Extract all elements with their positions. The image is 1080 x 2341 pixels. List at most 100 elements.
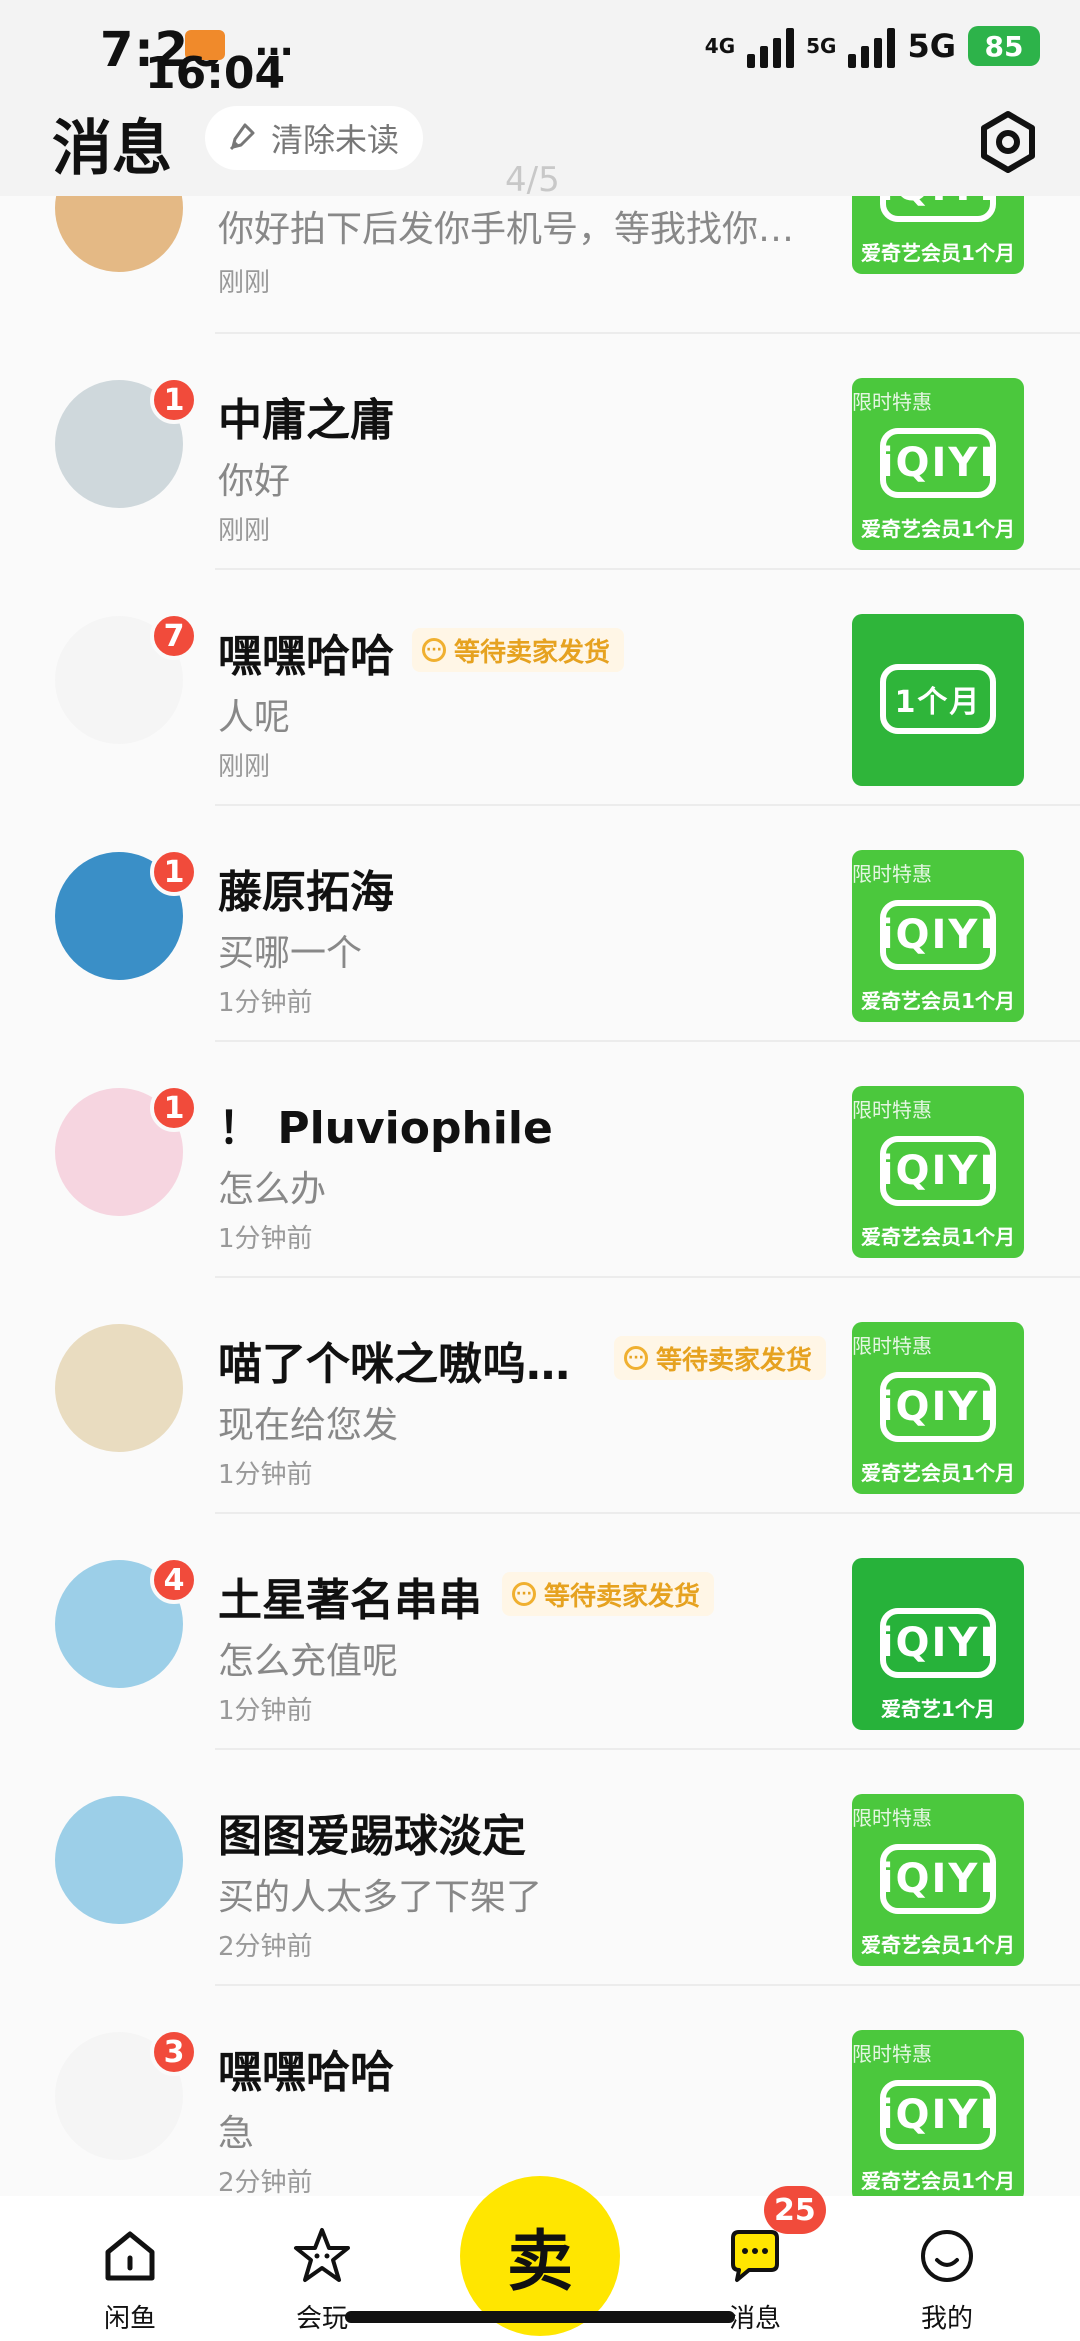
list-item[interactable]: 你好拍下后发你手机号，等我找你… 刚刚 iQIYI 爱奇艺会员1个月 [0,196,1080,332]
message-preview: 你好拍下后发你手机号，等我找你… [218,209,795,250]
settings-icon[interactable] [976,110,1040,174]
product-thumbnail[interactable]: 限时特惠 iQIYI 爱奇艺会员1个月 [852,1322,1024,1494]
home-icon [105,2231,155,2281]
battery-icon: 85 [968,26,1040,66]
divider [215,568,1080,570]
divider [215,1984,1080,1986]
conversation-list: 你好拍下后发你手机号，等我找你… 刚刚 iQIYI 爱奇艺会员1个月 1 中庸之… [0,196,1080,2196]
divider [215,804,1080,806]
promo-label: 限时特惠 [852,1098,932,1122]
product-thumbnail[interactable]: 限时特惠 iQIYI 爱奇艺会员1个月 [852,378,1024,550]
list-item[interactable]: 7 嘿嘿哈哈 ··· 等待卖家发货 人呢 刚刚 1个月 [0,568,1080,804]
divider [215,1040,1080,1042]
message-time: 1分钟前 [218,1696,313,1726]
iqiyi-logo: iQIYI [880,196,996,222]
tab-mine-label: 我的 [920,2304,973,2334]
contact-name: 图图爱踢球淡定 [218,1811,526,1862]
signal-icon-2 [848,24,896,68]
message-preview: 怎么办 [218,1169,327,1210]
tab-mine[interactable]: 我的 [887,2226,1007,2335]
contact-name: 喵了个咪之嗷呜… [218,1339,570,1390]
list-item[interactable]: 1 藤原拓海 买哪一个 1分钟前 限时特惠 iQIYI 爱奇艺会员1个月 [0,804,1080,1040]
message-time: 1分钟前 [218,1460,313,1490]
status-tag-label: 等待卖家发货 [656,1345,813,1376]
product-thumbnail[interactable]: iQIYI 爱奇艺会员1个月 [852,196,1024,274]
tab-home[interactable]: 闲鱼 [70,2226,190,2335]
message-time: 刚刚 [218,268,271,298]
more-dots-icon: ··· [422,638,446,662]
status-tag-label: 等待卖家发货 [454,637,611,668]
unread-badge: 7 [150,612,198,660]
iqiyi-logo: iQIYI [880,2080,996,2150]
product-thumbnail[interactable]: 限时特惠 iQIYI 爱奇艺会员1个月 [852,850,1024,1022]
message-preview: 人呢 [218,697,291,738]
divider [215,1512,1080,1514]
iqiyi-logo: iQIYI [880,1372,996,1442]
contact-name: 嘿嘿哈哈 [218,631,394,682]
thumbnail-caption: 爱奇艺1个月 [881,1697,995,1721]
product-thumbnail[interactable]: iQIYI 爱奇艺1个月 [852,1558,1024,1730]
network-label-5g-2: 5G [907,27,956,65]
list-item[interactable]: 喵了个咪之嗷呜… ··· 等待卖家发货 现在给您发 1分钟前 限时特惠 iQIYI… [0,1276,1080,1512]
unread-badge: 3 [150,2028,198,2076]
divider [215,332,1080,334]
signal-icon [747,24,795,68]
thumbnail-caption: 爱奇艺会员1个月 [861,1225,1015,1249]
smiley-icon [921,2230,973,2282]
page-indicator: 4/5 [505,160,560,200]
list-item[interactable]: 3 嘿嘿哈哈 急 2分钟前 限时特惠 iQIYI 爱奇艺会员1个月 [0,1984,1080,2196]
network-label-4g: 4G [704,34,736,58]
page-title: 消息 [52,114,172,184]
promo-label: 限时特惠 [852,2042,932,2066]
status-tag: ··· 等待卖家发货 [502,1572,715,1616]
product-label: 1个月 [880,664,996,734]
status-right: 4G 5G 5G 85 [705,24,1040,68]
message-preview: 买的人太多了下架了 [218,1877,543,1918]
iqiyi-logo: iQIYI [880,428,996,498]
thumbnail-caption: 爱奇艺会员1个月 [861,1933,1015,1957]
message-preview: 现在给您发 [218,1405,399,1446]
avatar [55,1324,183,1452]
network-label-5g: 5G [806,34,837,58]
contact-name: 土星著名串串 [218,1575,482,1626]
message-time: 刚刚 [218,752,271,782]
message-preview: 怎么充值呢 [218,1641,399,1682]
unread-badge: 1 [150,848,198,896]
more-dots-icon: ··· [512,1582,536,1606]
promo-label: 限时特惠 [852,390,932,414]
star-face-icon [294,2228,350,2282]
status-tag: ··· 等待卖家发货 [412,628,625,672]
product-thumbnail[interactable]: 限时特惠 iQIYI 爱奇艺会员1个月 [852,2030,1024,2196]
promo-label: 限时特惠 [852,1806,932,1830]
thumbnail-caption: 爱奇艺会员1个月 [861,241,1015,265]
message-time: 2分钟前 [218,2168,313,2196]
unread-badge: 1 [150,376,198,424]
clear-unread-button[interactable]: 清除未读 [205,106,424,170]
list-item[interactable]: 4 土星著名串串 ··· 等待卖家发货 怎么充值呢 1分钟前 iQIYI 爱奇艺1… [0,1512,1080,1748]
iqiyi-logo: iQIYI [880,1136,996,1206]
product-thumbnail[interactable]: 1个月 [852,614,1024,786]
broom-icon [229,123,255,151]
chat-bubble-icon [731,2230,779,2282]
message-time: 1分钟前 [218,988,313,1018]
contact-name: 中庸之庸 [218,395,394,446]
list-item[interactable]: 图图爱踢球淡定 买的人太多了下架了 2分钟前 限时特惠 iQIYI 爱奇艺会员1… [0,1748,1080,1984]
message-time: 2分钟前 [218,1932,313,1962]
product-thumbnail[interactable]: 限时特惠 iQIYI 爱奇艺会员1个月 [852,1794,1024,1966]
status-tag-label: 等待卖家发货 [544,1581,701,1612]
message-time: 1分钟前 [218,1224,313,1254]
product-thumbnail[interactable]: 限时特惠 iQIYI 爱奇艺会员1个月 [852,1086,1024,1258]
unread-badge: 4 [150,1556,198,1604]
clear-unread-label: 清除未读 [271,121,400,159]
list-item[interactable]: 1 ！ Pluviophile 怎么办 1分钟前 限时特惠 iQIYI 爱奇艺会… [0,1040,1080,1276]
tab-home-label: 闲鱼 [103,2304,156,2334]
page-header: 消息 清除未读 4/5 [0,90,1080,200]
status-bar: 7:26 … 16:04 4G 5G 5G 85 [0,0,1080,99]
thumbnail-caption: 爱奇艺会员1个月 [861,517,1015,541]
list-item[interactable]: 1 中庸之庸 你好 刚刚 限时特惠 iQIYI 爱奇艺会员1个月 [0,332,1080,568]
divider [215,1276,1080,1278]
message-preview: 急 [218,2113,255,2154]
thumbnail-caption: 爱奇艺会员1个月 [861,2169,1015,2193]
avatar [55,1796,183,1924]
thumbnail-caption: 爱奇艺会员1个月 [861,989,1015,1013]
